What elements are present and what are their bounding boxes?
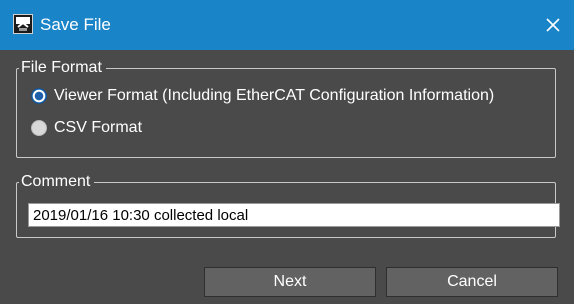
next-button[interactable]: Next (204, 267, 376, 297)
csv-format-radio[interactable] (31, 120, 47, 136)
viewer-format-radio[interactable] (31, 88, 47, 104)
close-icon[interactable] (540, 12, 566, 38)
csv-format-label: CSV Format (54, 119, 143, 136)
title-bar: Save File (0, 0, 574, 50)
dialog-title: Save File (40, 15, 111, 34)
comment-input[interactable] (28, 203, 560, 227)
file-format-legend: File Format (19, 57, 106, 79)
viewer-format-option[interactable]: Viewer Format (Including EtherCAT Config… (31, 87, 494, 105)
cancel-button[interactable]: Cancel (386, 267, 558, 297)
save-file-icon (13, 14, 33, 34)
viewer-format-label: Viewer Format (Including EtherCAT Config… (54, 87, 495, 104)
save-file-dialog: Save File File Format Viewer Format (Inc… (0, 0, 574, 304)
file-format-group: File Format Viewer Format (Including Eth… (16, 57, 556, 158)
csv-format-option[interactable]: CSV Format (31, 119, 142, 137)
comment-legend: Comment (19, 171, 95, 193)
comment-group: Comment (16, 171, 560, 238)
